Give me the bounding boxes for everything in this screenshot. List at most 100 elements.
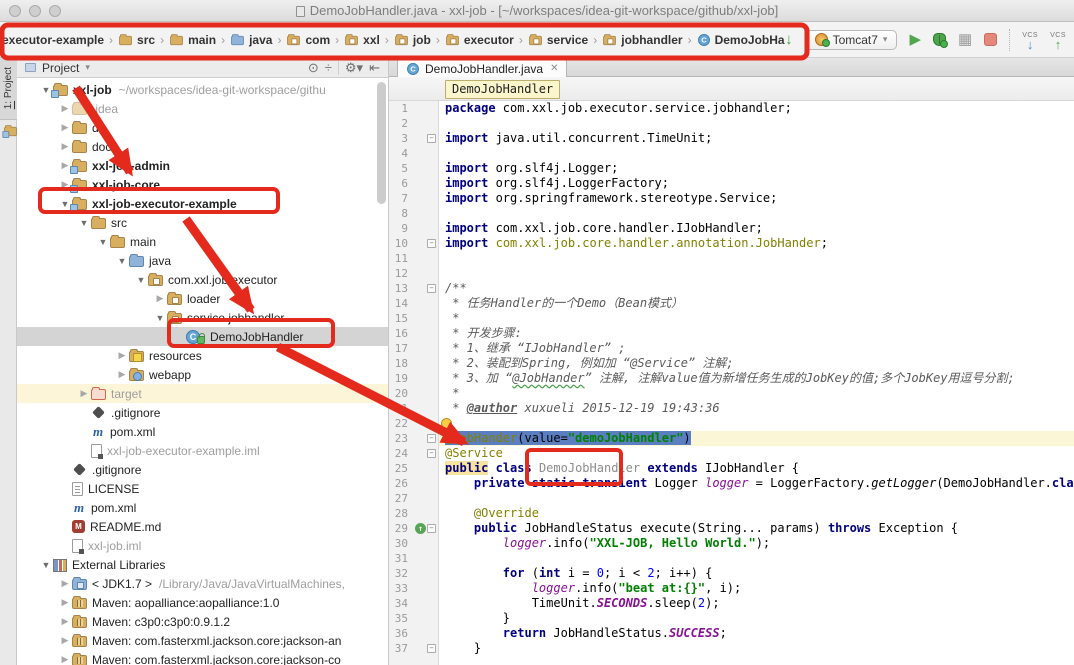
tree-toggle-icon[interactable]: ▶ [153, 293, 167, 304]
tree-toggle-icon[interactable]: ▼ [39, 560, 53, 570]
tree-item-doc[interactable]: ▶doc [17, 137, 388, 156]
stop-button[interactable] [984, 33, 997, 46]
coverage-button[interactable]: ▦ [958, 32, 972, 47]
tree-item-pom-xml[interactable]: mpom.xml [17, 498, 388, 517]
tree-toggle-icon[interactable]: ▶ [58, 654, 72, 665]
breadcrumb-item-job[interactable]: job [394, 33, 431, 47]
tree-item-xxl-job-executor-example-iml[interactable]: xxl-job-executor-example.iml [17, 441, 388, 460]
fold-marker-icon[interactable]: − [427, 434, 436, 443]
tree-item-service-jobhandler[interactable]: ▼service.jobhandler [17, 308, 388, 327]
breadcrumb-item-service[interactable]: service [528, 33, 588, 47]
code-line [445, 116, 1074, 131]
tree-item--jdk1-7-[interactable]: ▶< JDK1.7 >/Library/Java/JavaVirtualMach… [17, 574, 388, 593]
tree-item--idea[interactable]: ▶.idea [17, 99, 388, 118]
tree-item-com-xxl-job-executor[interactable]: ▼ com.xxl.job.executor [17, 270, 388, 289]
collapse-all-button[interactable]: ÷ [325, 61, 332, 74]
run-configuration-selector[interactable]: Tomcat7 ▾ [805, 30, 898, 50]
tree-item-target[interactable]: ▶ target [17, 384, 388, 403]
tree-toggle-icon[interactable]: ▼ [153, 313, 167, 323]
tree-toggle-icon[interactable]: ▶ [115, 369, 129, 380]
tree-item-maven-com-fasterxml-jackson-core-jackson-an[interactable]: ▶Maven: com.fasterxml.jackson.core:jacks… [17, 631, 388, 650]
fold-marker-icon[interactable]: − [427, 134, 436, 143]
fold-marker-icon[interactable]: − [427, 449, 436, 458]
line-number: 5 [389, 161, 412, 176]
override-marker-icon[interactable]: ↑ [415, 523, 426, 534]
tree-item-demojobhandler[interactable]: CDemoJobHandler [17, 327, 388, 346]
project-tool-window-tab[interactable]: 1: Project [0, 58, 17, 120]
hide-panel-button[interactable]: ⇤ [369, 61, 380, 74]
gutter-row: 32 [389, 566, 438, 581]
tree-toggle-icon[interactable]: ▶ [58, 141, 72, 152]
debug-button[interactable] [933, 33, 946, 46]
tree-item-pom-xml[interactable]: mpom.xml [17, 422, 388, 441]
tree-toggle-icon[interactable]: ▶ [58, 578, 72, 589]
tree-item-db[interactable]: ▶db [17, 118, 388, 137]
tree-item-java[interactable]: ▼java [17, 251, 388, 270]
chevron-down-icon[interactable]: ▾ [85, 62, 90, 73]
tree-item--gitignore[interactable]: .gitignore [17, 460, 388, 479]
close-tab-icon[interactable]: ✕ [550, 63, 558, 74]
vcs-update-button[interactable]: VCS ↓ [1022, 31, 1038, 49]
breadcrumb-item-jobhandler[interactable]: jobhandler [602, 33, 682, 47]
tree-item-xxl-job-core[interactable]: ▶xxl-job-core [17, 175, 388, 194]
tree-toggle-icon[interactable]: ▶ [115, 350, 129, 361]
tree-toggle-icon[interactable]: ▶ [58, 122, 72, 133]
fold-marker-icon[interactable]: − [427, 284, 436, 293]
vcs-commit-button[interactable]: VCS ↑ [1050, 31, 1066, 49]
tree-item-maven-aopalliance-aopalliance-1-0[interactable]: ▶Maven: aopalliance:aopalliance:1.0 [17, 593, 388, 612]
tree-toggle-icon[interactable]: ▶ [58, 103, 72, 114]
incoming-changes-icon[interactable]: ↓ [785, 31, 793, 48]
locate-file-button[interactable]: ⊙ [308, 61, 319, 74]
tree-item-src[interactable]: ▼src [17, 213, 388, 232]
run-button[interactable]: ▶ [909, 32, 921, 47]
tree-item-label: target [111, 387, 142, 401]
breadcrumb-item-executor[interactable]: executor [445, 33, 514, 47]
breadcrumb-item-com[interactable]: com [286, 33, 330, 47]
tree-item-label: pom.xml [91, 501, 136, 515]
tree-toggle-icon[interactable]: ▶ [77, 388, 91, 399]
tree-toggle-icon[interactable]: ▶ [58, 597, 72, 608]
tree-item-maven-com-fasterxml-jackson-core-jackson-co[interactable]: ▶Maven: com.fasterxml.jackson.core:jacks… [17, 650, 388, 665]
tree-item-main[interactable]: ▼main [17, 232, 388, 251]
editor-tab-demojobhandler[interactable]: C DemoJobHandler.java ✕ [397, 59, 567, 77]
module-icon [53, 85, 68, 96]
line-number: 27 [389, 491, 412, 506]
breadcrumb-item-xxl[interactable]: xxl [344, 33, 380, 47]
line-number: 35 [389, 611, 412, 626]
tree-item-xxl-job[interactable]: ▼xxl-job~/workspaces/idea-git-workspace/… [17, 80, 388, 99]
breadcrumb-item-main[interactable]: main [169, 33, 216, 47]
code-editor[interactable]: package com.xxl.job.executor.service.job… [439, 101, 1074, 665]
tree-item-external-libraries[interactable]: ▼External Libraries [17, 555, 388, 574]
tree-item-xxl-job-executor-example[interactable]: ▼xxl-job-executor-example [17, 194, 388, 213]
breadcrumb-item-java[interactable]: java [230, 33, 272, 47]
tree-item-webapp[interactable]: ▶webapp [17, 365, 388, 384]
fold-marker-icon[interactable]: − [427, 644, 436, 653]
breadcrumb-item-demojobhandler[interactable]: CDemoJobHandler [697, 33, 785, 47]
gutter-row: 29↑− [389, 521, 438, 536]
line-number: 8 [389, 206, 412, 221]
tree-item--gitignore[interactable]: .gitignore [17, 403, 388, 422]
tree-toggle-icon[interactable]: ▼ [77, 218, 91, 228]
tree-toggle-icon[interactable]: ▼ [96, 237, 110, 247]
tree-toggle-icon[interactable]: ▶ [58, 635, 72, 646]
tree-item-xxl-job-iml[interactable]: xxl-job.iml [17, 536, 388, 555]
breadcrumb-item-src[interactable]: src [118, 33, 155, 47]
settings-gear-button[interactable]: ⚙▾ [345, 61, 363, 74]
tree-toggle-icon[interactable]: ▼ [115, 256, 129, 266]
gutter-row: 14 [389, 296, 438, 311]
fold-marker-icon[interactable]: − [427, 239, 436, 248]
tree-item-resources[interactable]: ▶resources [17, 346, 388, 365]
tree-item-maven-c3p0-c3p0-0-9-1-2[interactable]: ▶Maven: c3p0:c3p0:0.9.1.2 [17, 612, 388, 631]
tree-item-readme-md[interactable]: MREADME.md [17, 517, 388, 536]
tree-item-xxl-job-admin[interactable]: ▶xxl-job-admin [17, 156, 388, 175]
tree-item-loader[interactable]: ▶loader [17, 289, 388, 308]
tree-toggle-icon[interactable]: ▼ [134, 275, 148, 285]
tree-toggle-icon[interactable]: ▶ [58, 616, 72, 627]
fold-marker-icon[interactable]: − [427, 524, 436, 533]
tree-scrollbar-thumb[interactable] [377, 82, 386, 204]
tree-item-license[interactable]: LICENSE [17, 479, 388, 498]
code-line: @JobHander(value="demoJobHandler") [439, 431, 1074, 446]
tree-item-label: com.xxl.job.executor [168, 273, 277, 287]
breadcrumb-item-executor-example[interactable]: executor-example [2, 33, 104, 47]
intention-bulb-icon[interactable] [441, 418, 452, 429]
